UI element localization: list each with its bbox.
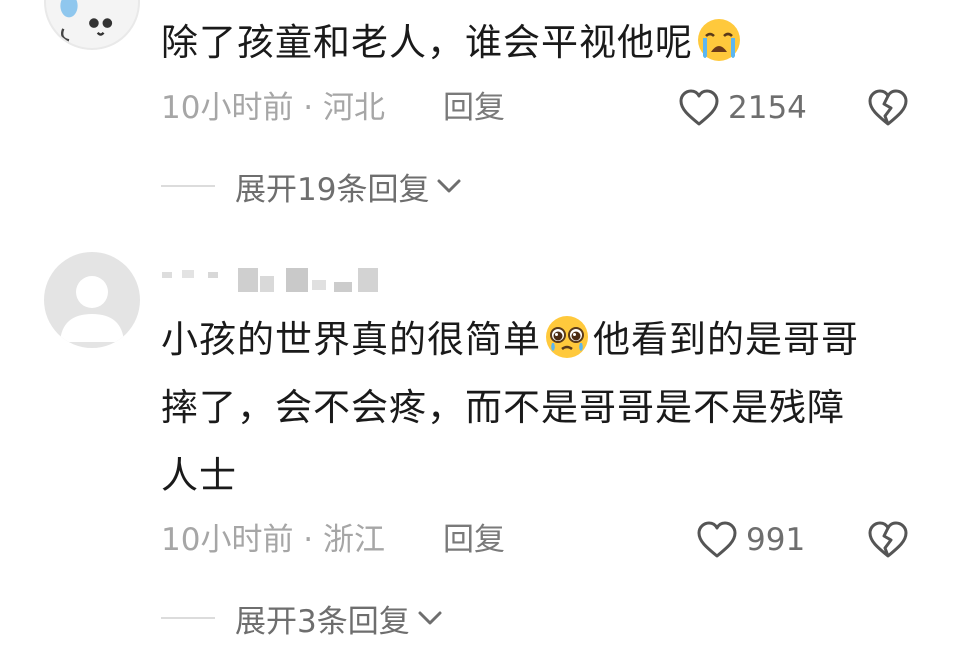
comment-time: 10小时前 <box>161 522 294 558</box>
divider-line <box>161 617 215 619</box>
blurred-username <box>162 268 378 292</box>
like-button[interactable]: 2154 <box>678 86 807 130</box>
comment-text-content: 除了孩童和老人，谁会平视他呢 <box>161 21 693 64</box>
like-button[interactable]: 991 <box>696 518 805 562</box>
dislike-button[interactable] <box>866 86 910 128</box>
dislike-button[interactable] <box>866 518 910 560</box>
chevron-down-icon <box>418 611 442 625</box>
heart-outline-icon <box>679 89 719 126</box>
comment-time: 10小时前 <box>161 90 294 126</box>
expand-replies-label: 展开3条回复 <box>235 603 410 640</box>
meta-separator: · <box>293 522 324 558</box>
comment-location: 浙江 <box>323 522 386 558</box>
expand-replies-button[interactable]: 展开19条回复 <box>161 164 463 208</box>
reply-button[interactable]: 回复 <box>443 518 505 562</box>
comment-text: 除了孩童和老人，谁会平视他呢 <box>161 9 801 77</box>
comment-list: 除了孩童和老人，谁会平视他呢 10小时前 · 河北 回复 2154 展开19条回… <box>0 0 960 660</box>
meta-separator: · <box>293 90 324 126</box>
loudly-crying-face-icon <box>698 19 740 61</box>
default-user-avatar-icon <box>60 276 124 342</box>
heart-outline-icon <box>697 521 737 558</box>
divider-line <box>161 185 215 187</box>
commenter-avatar[interactable] <box>44 252 140 348</box>
broken-heart-icon <box>868 521 908 558</box>
broken-heart-icon <box>868 89 908 126</box>
commenter-avatar[interactable] <box>44 0 140 50</box>
reply-button[interactable]: 回复 <box>443 86 505 130</box>
expand-replies-label: 展开19条回复 <box>235 171 430 208</box>
chevron-down-icon <box>437 179 461 193</box>
comment-text: 小孩的世界真的很简单 他看到的是哥哥 摔了，会不会疼，而不是哥哥是不是残障 人士 <box>161 306 921 510</box>
comment-text-content: 小孩的世界真的很简单 <box>161 318 541 361</box>
pleading-face-icon <box>546 316 588 358</box>
comment-meta: 10小时前 · 浙江 回复 <box>161 518 505 562</box>
comment-location: 河北 <box>323 90 386 126</box>
like-count: 2154 <box>728 90 807 126</box>
expand-replies-button[interactable]: 展开3条回复 <box>161 596 444 640</box>
cartoon-avatar-icon <box>60 0 113 42</box>
comment-meta: 10小时前 · 河北 回复 <box>161 86 505 130</box>
like-count: 991 <box>746 522 806 558</box>
